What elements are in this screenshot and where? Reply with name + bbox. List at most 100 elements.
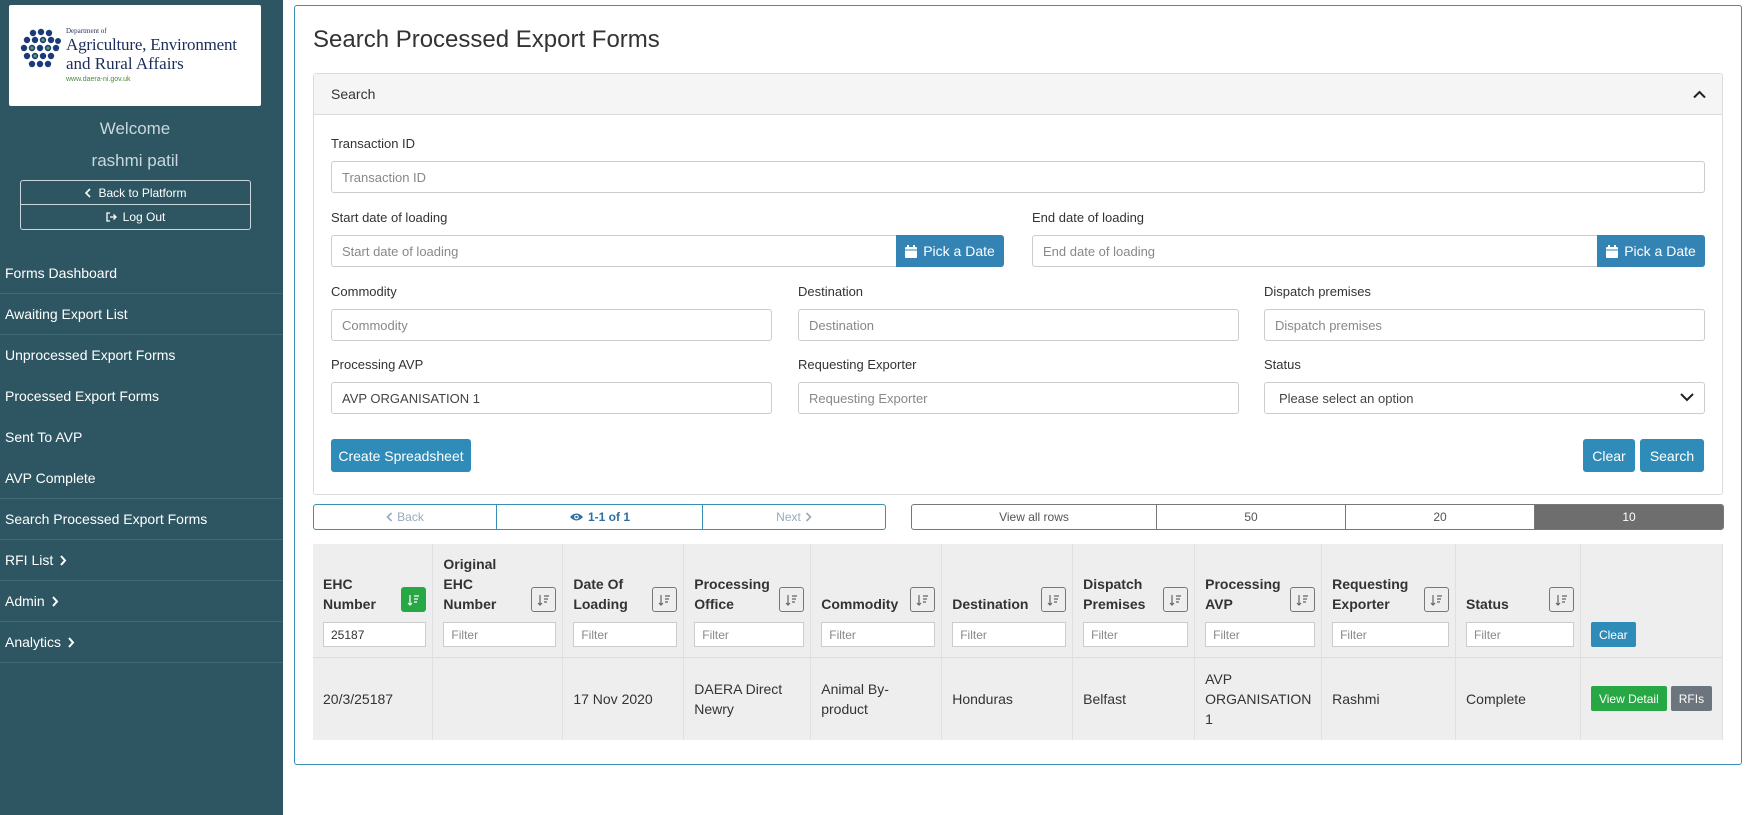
sort-button[interactable] [910,587,936,612]
pagination: Back 1-1 of 1 Next [313,504,886,530]
cell-dispatch-premises: Belfast [1072,657,1196,740]
nav-label: Sent To AVP [5,429,83,445]
welcome-text: Welcome [99,119,171,138]
nav-label: Unprocessed Export Forms [5,347,176,363]
processing-avp-input[interactable]: AVP ORGANISATION 1 [331,382,772,414]
nav-item-analytics[interactable]: Analytics [0,622,283,663]
pagination-next-button[interactable]: Next [703,505,885,529]
log-out-button[interactable]: Log Out [20,205,251,230]
column-header-date-of-loading: Date Of Loading [562,544,685,614]
filter-cell: Filter [941,614,1074,658]
filter-date-of-loading[interactable]: Filter [573,622,678,647]
sidebar: Department of Agriculture, Environment a… [0,0,283,815]
sidebar-nav: Forms Dashboard Awaiting Export List Unp… [0,253,283,663]
eye-icon [569,513,583,521]
header-text: Exporter [1332,596,1390,612]
chevron-down-icon [1680,393,1694,402]
rows-option-50[interactable]: 50 [1157,505,1346,529]
transaction-id-label: Transaction ID [331,136,416,151]
filter-requesting-exporter[interactable]: Filter [1332,622,1450,647]
filter-destination[interactable]: Filter [952,622,1067,647]
sort-icon [658,594,671,606]
nav-item-awaiting-export-list[interactable]: Awaiting Export List [0,294,283,335]
calendar-icon [905,244,918,258]
chevron-right-icon [805,512,812,522]
sort-button[interactable] [1163,587,1189,612]
start-date-pick-button[interactable]: Pick a Date [896,235,1004,267]
column-header-dispatch-premises: Dispatch Premises [1072,544,1196,614]
clear-button[interactable]: Clear [1583,439,1635,472]
nav-item-admin[interactable]: Admin [0,581,283,622]
pagination-info-label: 1-1 of 1 [587,510,630,524]
daera-logo: Department of Agriculture, Environment a… [9,5,261,106]
destination-input[interactable]: Destination [798,309,1239,341]
filter-commodity[interactable]: Filter [821,622,936,647]
column-header-processing-office: Processing Office [683,544,812,614]
column-header-destination: Destination [941,544,1074,614]
pagination-back-button[interactable]: Back [314,505,497,529]
filter-row: 25187 Filter Filter Filter Filter Filter… [313,614,1724,658]
rfis-button[interactable]: RFIs [1670,686,1713,712]
search-panel-header[interactable]: Search [314,74,1722,115]
header-text: Requesting [1332,576,1409,592]
column-header-processing-avp: Processing AVP [1194,544,1323,614]
commodity-input[interactable]: Commodity [331,309,772,341]
user-name: rashmi patil [91,151,179,170]
requesting-exporter-input[interactable]: Requesting Exporter [798,382,1239,414]
sort-button[interactable] [1041,587,1067,612]
pick-date-label: Pick a Date [1624,243,1696,259]
rows-option-20[interactable]: 20 [1346,505,1535,529]
nav-item-search-processed-export-forms[interactable]: Search Processed Export Forms [0,499,283,540]
sort-button[interactable] [652,587,678,612]
sort-button[interactable] [1290,587,1316,612]
logo-line-2: and Rural Affairs [66,54,184,73]
start-date-input[interactable]: Start date of loading [331,235,897,267]
filter-processing-office[interactable]: Filter [694,622,805,647]
nav-item-processed-export-forms[interactable]: Processed Export Forms [0,376,283,417]
filter-cell: 25187 [313,614,434,658]
end-date-pick-button[interactable]: Pick a Date [1597,235,1705,267]
filter-clear-button[interactable]: Clear [1590,622,1636,647]
filter-original-ehc-number[interactable]: Filter [443,622,557,647]
sort-button[interactable] [779,587,805,612]
search-panel-title: Search [331,86,376,102]
nav-item-forms-dashboard[interactable]: Forms Dashboard [0,253,283,294]
log-out-label: Log Out [122,210,166,224]
filter-dispatch-premises[interactable]: Filter [1083,622,1189,647]
nav-item-rfi-list[interactable]: RFI List [0,540,283,581]
pagination-back-label: Back [397,510,424,524]
search-button[interactable]: Search [1640,439,1704,472]
sort-button[interactable] [1424,587,1450,612]
cell-commodity: Animal By-product [810,657,943,740]
rows-option-10[interactable]: 10 [1535,505,1723,529]
filter-cell: Filter [683,614,812,658]
filter-status[interactable]: Filter [1466,622,1574,647]
header-text: Original [443,556,497,572]
end-date-input[interactable]: End date of loading [1032,235,1598,267]
log-out-icon [105,212,117,222]
header-text: AVP [1205,596,1233,612]
sort-button[interactable] [531,587,557,612]
end-date-label: End date of loading [1032,210,1145,225]
create-spreadsheet-button[interactable]: Create Spreadsheet [331,439,471,472]
view-detail-button[interactable]: View Detail [1590,686,1667,712]
nav-item-sent-to-avp[interactable]: Sent To AVP [0,417,283,458]
dispatch-premises-input[interactable]: Dispatch premises [1264,309,1705,341]
filter-processing-avp[interactable]: Filter [1205,622,1316,647]
header-text: Office [694,596,734,612]
sort-button[interactable] [1548,587,1574,612]
chevron-left-icon [85,187,92,198]
transaction-id-input[interactable]: Transaction ID [331,161,1705,193]
calendar-icon [1606,244,1619,258]
status-select[interactable]: Please select an option [1264,382,1705,414]
cell-actions: View Detail RFIs [1580,657,1724,740]
sort-button[interactable] [401,587,427,612]
filter-ehc-number[interactable]: 25187 [323,622,427,647]
back-to-platform-button[interactable]: Back to Platform [20,180,251,205]
header-text: Date Of [573,576,624,592]
chevron-up-icon[interactable] [1693,90,1706,99]
back-to-platform-label: Back to Platform [98,185,187,200]
nav-item-unprocessed-export-forms[interactable]: Unprocessed Export Forms [0,335,283,376]
nav-item-avp-complete[interactable]: AVP Complete [0,458,283,499]
rows-option-all[interactable]: View all rows [912,505,1157,529]
